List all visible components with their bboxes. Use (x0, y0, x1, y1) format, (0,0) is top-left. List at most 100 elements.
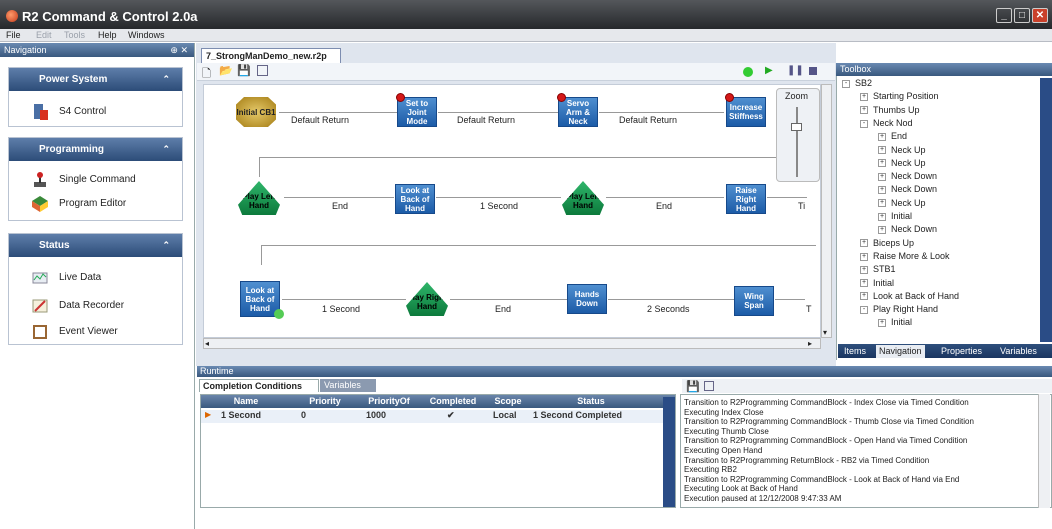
node-play-left-hand-2[interactable]: Play Left Hand (562, 181, 604, 215)
grid-scrollbar[interactable] (663, 397, 675, 507)
tab-completion-conditions[interactable]: Completion Conditions (199, 379, 319, 392)
col-priorityof[interactable]: PriorityOf (359, 395, 419, 408)
node-play-left-hand[interactable]: Play Left Hand (238, 181, 280, 215)
tree-item[interactable]: + Neck Down (878, 171, 937, 181)
clear-log-icon[interactable] (704, 381, 714, 391)
expand-icon[interactable]: + (860, 239, 868, 248)
tree-item[interactable]: + Neck Up (878, 145, 926, 155)
close-icon[interactable]: ✕ (1032, 8, 1048, 23)
nav-item-single-command[interactable]: Single Command (9, 168, 184, 192)
group-header[interactable]: Status ⌃ (9, 234, 182, 257)
tree-item[interactable]: + End (878, 131, 907, 141)
minimize-icon[interactable]: _ (996, 8, 1012, 23)
nav-item-data-recorder[interactable]: Data Recorder (9, 294, 184, 318)
tree-item[interactable]: - Neck Nod (860, 118, 913, 128)
nav-item-event-viewer[interactable]: Event Viewer (9, 320, 184, 344)
tree-item[interactable]: + STB1 (860, 264, 896, 274)
node-raise-right-hand[interactable]: Raise Right Hand (726, 184, 766, 214)
collapse-icon[interactable]: - (860, 119, 868, 128)
menu-help[interactable]: Help (98, 29, 117, 42)
expand-icon[interactable]: + (878, 159, 886, 168)
tab-items[interactable]: Items (844, 345, 866, 358)
document-tab[interactable]: 7_StrongManDemo_new.r2p (201, 48, 341, 63)
expand-icon[interactable]: + (860, 106, 868, 115)
tree-item[interactable]: + Neck Down (878, 184, 937, 194)
save-log-icon[interactable]: 💾 (686, 380, 700, 393)
node-play-right-hand[interactable]: Play Right Hand (406, 282, 448, 316)
group-header[interactable]: Power System ⌃ (9, 68, 182, 91)
play-icon[interactable]: ▶ (765, 65, 773, 76)
expand-icon[interactable]: + (878, 212, 886, 221)
expand-icon[interactable]: + (878, 225, 886, 234)
horizontal-scrollbar[interactable]: ◂ ▸ (203, 338, 821, 349)
maximize-icon[interactable]: □ (1014, 8, 1030, 23)
menu-edit[interactable]: Edit (36, 29, 52, 42)
collapse-icon[interactable]: ⌃ (162, 138, 170, 161)
node-servo-arm[interactable]: Servo Arm & Neck (558, 97, 598, 127)
node-set-joint-mode[interactable]: Set to Joint Mode (397, 97, 437, 127)
vertical-scrollbar[interactable]: ▾ (821, 84, 832, 338)
menu-tools[interactable]: Tools (64, 29, 85, 42)
node-look-back-of-hand[interactable]: Look at Back of Hand (395, 184, 435, 214)
new-file-icon[interactable]: 🗋 (202, 65, 211, 84)
expand-icon[interactable]: + (878, 172, 886, 181)
save-icon[interactable]: 💾 (237, 64, 251, 77)
tree-item[interactable]: + Neck Up (878, 158, 926, 168)
zoom-control[interactable]: Zoom (776, 88, 820, 182)
tree-item[interactable]: + Raise More & Look (860, 251, 950, 261)
node-wing-span[interactable]: Wing Span (734, 286, 774, 316)
pause-icon[interactable]: ❚❚ (787, 65, 804, 76)
col-completed[interactable]: Completed (423, 395, 483, 408)
scroll-left-icon[interactable]: ◂ (205, 339, 209, 348)
col-priority[interactable]: Priority (301, 395, 349, 408)
nav-item-program-editor[interactable]: Program Editor (9, 192, 184, 216)
tree-item[interactable]: + Initial (878, 317, 912, 327)
collapse-icon[interactable]: ⌃ (162, 234, 170, 257)
open-folder-icon[interactable]: 📂 (219, 64, 233, 77)
expand-icon[interactable]: + (878, 186, 886, 195)
stop-icon[interactable] (809, 67, 817, 75)
tree-item[interactable]: + Neck Down (878, 224, 937, 234)
tab-properties[interactable]: Properties (941, 345, 982, 358)
collapse-icon[interactable]: ⌃ (162, 68, 170, 91)
expand-icon[interactable]: + (860, 252, 868, 261)
expand-icon[interactable]: + (860, 92, 868, 101)
tree-item[interactable]: - SB2 (842, 78, 872, 88)
scroll-down-icon[interactable]: ▾ (823, 328, 827, 337)
tab-variables-runtime[interactable]: Variables (320, 379, 376, 392)
log-scrollbar[interactable] (1038, 394, 1050, 508)
expand-icon[interactable]: + (878, 319, 886, 328)
col-name[interactable]: Name (211, 395, 281, 408)
tree-item[interactable]: + Initial (860, 278, 894, 288)
scroll-right-icon[interactable]: ▸ (808, 339, 812, 348)
tree-item[interactable]: - Play Right Hand (860, 304, 938, 314)
tree-item[interactable]: + Neck Up (878, 198, 926, 208)
program-canvas[interactable]: Initial CB1 Default Return Set to Joint … (203, 84, 821, 338)
toolbox-scrollbar[interactable] (1040, 78, 1052, 342)
node-increase-stiffness[interactable]: Increase Stiffness (726, 97, 766, 127)
tab-variables[interactable]: Variables (1000, 345, 1037, 358)
expand-icon[interactable]: + (860, 265, 868, 274)
collapse-icon[interactable]: - (860, 305, 868, 314)
expand-icon[interactable]: + (878, 199, 886, 208)
group-header[interactable]: Programming ⌃ (9, 138, 182, 161)
menu-file[interactable]: File (6, 29, 21, 42)
expand-icon[interactable]: + (878, 146, 886, 155)
menu-windows[interactable]: Windows (128, 29, 165, 42)
tree-item[interactable]: + Biceps Up (860, 238, 914, 248)
tree-item[interactable]: + Starting Position (860, 91, 939, 101)
expand-icon[interactable]: + (860, 292, 868, 301)
tab-navigation[interactable]: Navigation (876, 345, 925, 358)
expand-icon[interactable]: + (860, 279, 868, 288)
zoom-slider-handle[interactable] (791, 123, 802, 131)
tree-item[interactable]: + Look at Back of Hand (860, 291, 959, 301)
pin-close-icon[interactable]: ⊕ ✕ (170, 43, 188, 57)
tree-item[interactable]: + Thumbs Up (860, 105, 920, 115)
node-initial[interactable]: Initial CB1 (236, 97, 276, 127)
col-status[interactable]: Status (531, 395, 651, 408)
properties-icon[interactable] (257, 65, 268, 76)
expand-icon[interactable]: + (878, 132, 886, 141)
nav-item-s4-control[interactable]: S4 Control (9, 100, 184, 124)
col-scope[interactable]: Scope (488, 395, 528, 408)
node-hands-down[interactable]: Hands Down (567, 284, 607, 314)
